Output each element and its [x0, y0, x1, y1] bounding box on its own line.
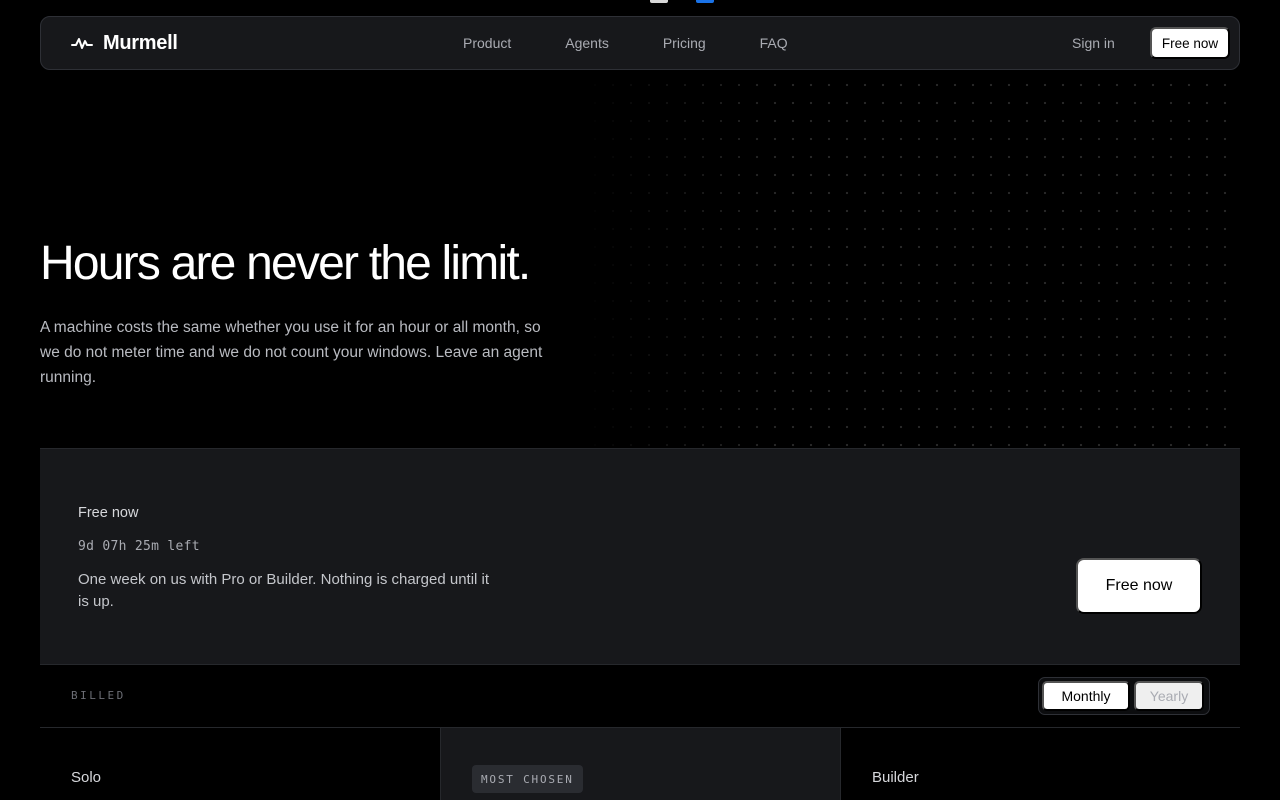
nav-link-faq[interactable]: FAQ — [760, 35, 788, 51]
hero-subtitle: A machine costs the same whether you use… — [40, 319, 543, 386]
tab-icon — [696, 0, 714, 3]
plan-name: Solo — [71, 769, 102, 786]
brand-logo[interactable]: Murmell — [71, 17, 178, 69]
monthly-option[interactable]: Monthly — [1042, 681, 1130, 711]
countdown-timer: 9d 07h 25m left — [78, 539, 200, 554]
dot-grid-background — [580, 70, 1240, 450]
plan-name: Builder — [872, 769, 919, 786]
most-chosen-badge: MOST CHOSEN — [472, 765, 583, 793]
pricing-page: Murmell Product Agents Pricing FAQ Sign … — [0, 0, 1280, 800]
nav-link-agents[interactable]: Agents — [565, 35, 609, 51]
plan-card-solo: Solo — [40, 728, 440, 800]
plan-card-builder: Builder — [841, 728, 1240, 800]
promo-description: One week on us with Pro or Builder. Noth… — [78, 571, 490, 610]
yearly-option[interactable]: Yearly — [1134, 681, 1204, 711]
promo-label: Free now — [78, 505, 139, 521]
tab-icon — [650, 0, 668, 3]
free-now-button[interactable]: Free now — [1076, 558, 1202, 614]
billed-label: BILLED — [71, 689, 126, 702]
browser-tab-icons — [650, 0, 714, 3]
free-now-nav-button[interactable]: Free now — [1150, 27, 1230, 59]
sign-in-link[interactable]: Sign in — [1072, 17, 1115, 69]
billing-row: BILLED Monthly Yearly — [40, 665, 1240, 728]
plan-cards: Solo MOST CHOSEN Builder — [40, 728, 1240, 800]
nav-link-product[interactable]: Product — [463, 35, 511, 51]
hero-title: Hours are never the limit. — [40, 237, 531, 290]
trial-promo-panel: Free now 9d 07h 25m left One week on us … — [40, 448, 1240, 665]
nav-links: Product Agents Pricing FAQ — [463, 17, 788, 69]
brand-name: Murmell — [103, 31, 178, 54]
plan-card-pro: MOST CHOSEN — [440, 728, 841, 800]
billing-period-toggle: Monthly Yearly — [1038, 677, 1210, 715]
nav-link-pricing[interactable]: Pricing — [663, 35, 706, 51]
top-navigation: Murmell Product Agents Pricing FAQ Sign … — [40, 16, 1240, 70]
pulse-wave-icon — [71, 38, 93, 49]
